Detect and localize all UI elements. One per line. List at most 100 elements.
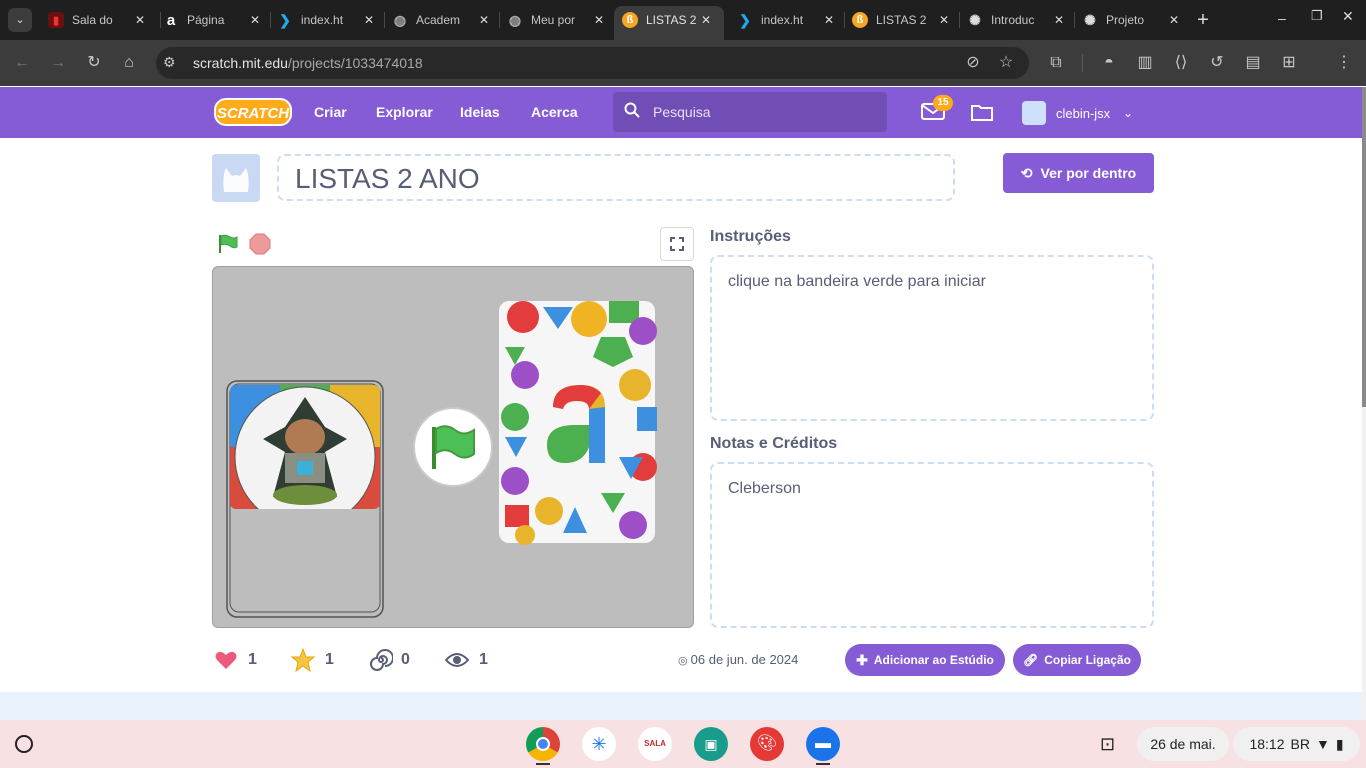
system-tray[interactable]: 18:12 BR ▼ ▮ (1233, 727, 1360, 761)
close-icon[interactable]: ✕ (476, 13, 492, 27)
bookmark-star-icon[interactable]: ☆ (995, 52, 1017, 74)
close-window-icon[interactable]: ✕ (1342, 8, 1354, 25)
remix-count: 0 (401, 651, 410, 668)
remix-arrows-icon: ⟲ (1020, 164, 1033, 181)
remix-spiral-icon (369, 648, 394, 672)
nav-explore[interactable]: Explorar (376, 104, 433, 120)
reload-icon[interactable]: ↻ (83, 52, 105, 74)
close-icon[interactable]: ✕ (821, 13, 837, 27)
openai-icon: ✺ (969, 11, 981, 28)
card-back-sprite[interactable] (499, 301, 657, 545)
back-icon[interactable]: ← (11, 52, 33, 74)
search-icon (624, 102, 640, 118)
my-stuff-folder-icon[interactable] (970, 102, 994, 122)
trash-icon[interactable]: ▤ (1242, 52, 1264, 74)
green-flag-icon[interactable] (217, 233, 239, 255)
globe-icon: ◍ (508, 11, 522, 28)
incognito-icon[interactable]: ◓ (1098, 52, 1120, 74)
network-app-icon[interactable]: ✳ (582, 727, 616, 761)
add-to-studio-button[interactable]: ✚ Adicionar ao Estúdio (845, 644, 1005, 676)
history-icon[interactable]: ↺ (1206, 52, 1228, 74)
page-footer-band (0, 692, 1362, 720)
tab-1[interactable]: a Página ✕ (163, 6, 273, 34)
share-date: ◎ 06 de jun. de 2024 (678, 652, 799, 667)
card-sprite[interactable] (226, 380, 384, 618)
sala-do-futuro-app-icon[interactable]: SALA (638, 727, 672, 761)
close-icon[interactable]: ✕ (1166, 13, 1182, 27)
new-tab-button[interactable]: + (1193, 8, 1213, 32)
tab-9[interactable]: ✺ Projeto ✕ (1082, 6, 1192, 34)
tab-7[interactable]: ß LISTAS 2 ✕ (852, 6, 962, 34)
reading-mode-icon[interactable]: ▥ (1134, 52, 1156, 74)
minimize-icon[interactable]: – (1278, 10, 1286, 26)
translate-icon[interactable]: ⊞ (1278, 52, 1300, 74)
classroom-app-icon[interactable]: ▣ (694, 727, 728, 761)
views-eye-icon (444, 650, 470, 670)
tab-search-button[interactable]: ⌄ (8, 8, 32, 32)
vscode-icon: ❯ (279, 11, 291, 28)
wifi-icon: ▼ (1315, 736, 1330, 752)
close-icon[interactable]: ✕ (132, 13, 148, 27)
close-icon[interactable]: ✕ (361, 13, 377, 27)
close-icon[interactable]: ✕ (591, 13, 607, 27)
scratch-icon: ß (622, 12, 638, 28)
tab-4[interactable]: ◍ Meu por ✕ (507, 6, 617, 34)
home-icon[interactable]: ⌂ (118, 52, 140, 74)
scratch-icon: ß (852, 12, 868, 28)
tab-6[interactable]: ❯ index.ht ✕ (737, 6, 847, 34)
close-icon[interactable]: ✕ (936, 13, 952, 27)
copy-link-button[interactable]: 🔗︎ Copiar Ligação (1013, 644, 1141, 676)
maximize-icon[interactable]: ❐ (1311, 8, 1323, 24)
link-icon: 🔗︎ (1023, 653, 1039, 667)
scrollbar-thumb[interactable] (1362, 87, 1366, 407)
paint-app-icon[interactable]: 🎨︎ (750, 727, 784, 761)
launcher-icon[interactable] (15, 735, 33, 753)
plus-icon: ✚ (856, 651, 868, 668)
close-icon[interactable]: ✕ (1051, 13, 1067, 27)
red-square-icon: ▮ (48, 12, 64, 28)
love-count: 1 (248, 651, 257, 668)
instructions-box[interactable]: clique na bandeira verde para iniciar (710, 255, 1154, 421)
avatar[interactable] (1022, 101, 1046, 125)
forward-icon[interactable]: → (47, 52, 69, 74)
project-author-avatar[interactable] (212, 154, 260, 202)
nav-ideas[interactable]: Ideias (460, 104, 500, 120)
globe-icon: ◍ (393, 11, 407, 28)
username[interactable]: clebin-jsx (1056, 106, 1110, 121)
calendar-icon: ◎ (678, 655, 691, 667)
tab-2[interactable]: ❯ index.ht ✕ (277, 6, 387, 34)
tab-3[interactable]: ◍ Academ ✕ (392, 6, 502, 34)
favorite-star-icon[interactable] (290, 647, 316, 673)
tab-8[interactable]: ✺ Introduc ✕ (967, 6, 1077, 34)
fullscreen-button[interactable] (660, 227, 694, 261)
extensions-icon[interactable]: ⧉ (1045, 52, 1067, 74)
project-title[interactable]: LISTAS 2 ANO (277, 154, 955, 201)
tracking-off-icon[interactable]: ⊘ (962, 52, 984, 74)
openai-icon: ✺ (1084, 11, 1096, 28)
chrome-app-icon[interactable] (526, 727, 560, 761)
search-input[interactable] (653, 104, 873, 120)
green-flag-overlay-button[interactable] (413, 407, 493, 487)
close-icon[interactable]: ✕ (247, 13, 263, 27)
close-icon[interactable]: ✕ (698, 13, 714, 27)
tab-0[interactable]: ▮ Sala do ✕ (48, 6, 158, 34)
devtools-icon[interactable]: ⟨⟩ (1170, 52, 1192, 74)
favorite-count: 1 (325, 651, 334, 668)
tote-icon[interactable]: ⊡ (1100, 734, 1115, 755)
project-stage[interactable] (212, 266, 694, 628)
stop-icon[interactable] (249, 233, 271, 255)
instructions-label: Instruções (710, 228, 791, 245)
see-inside-button[interactable]: ⟲ Ver por dentro (1003, 153, 1154, 193)
nav-create[interactable]: Criar (314, 104, 347, 120)
site-info-icon[interactable]: ⚙ (163, 54, 176, 71)
nav-about[interactable]: Acerca (531, 104, 578, 120)
notes-credits-box[interactable]: Cleberson (710, 462, 1154, 628)
menu-icon[interactable]: ⋮ (1333, 52, 1355, 74)
files-app-icon[interactable]: ▬ (806, 727, 840, 761)
scratch-logo[interactable]: SCRATCH (214, 98, 292, 126)
chevron-down-icon[interactable]: ⌄ (1123, 106, 1133, 120)
shelf-date[interactable]: 26 de mai. (1137, 727, 1229, 761)
tab-5-active[interactable]: ß LISTAS 2 ✕ (614, 6, 724, 40)
url-text[interactable]: scratch.mit.edu/projects/1033474018 (193, 55, 423, 71)
love-heart-icon[interactable] (214, 648, 238, 672)
